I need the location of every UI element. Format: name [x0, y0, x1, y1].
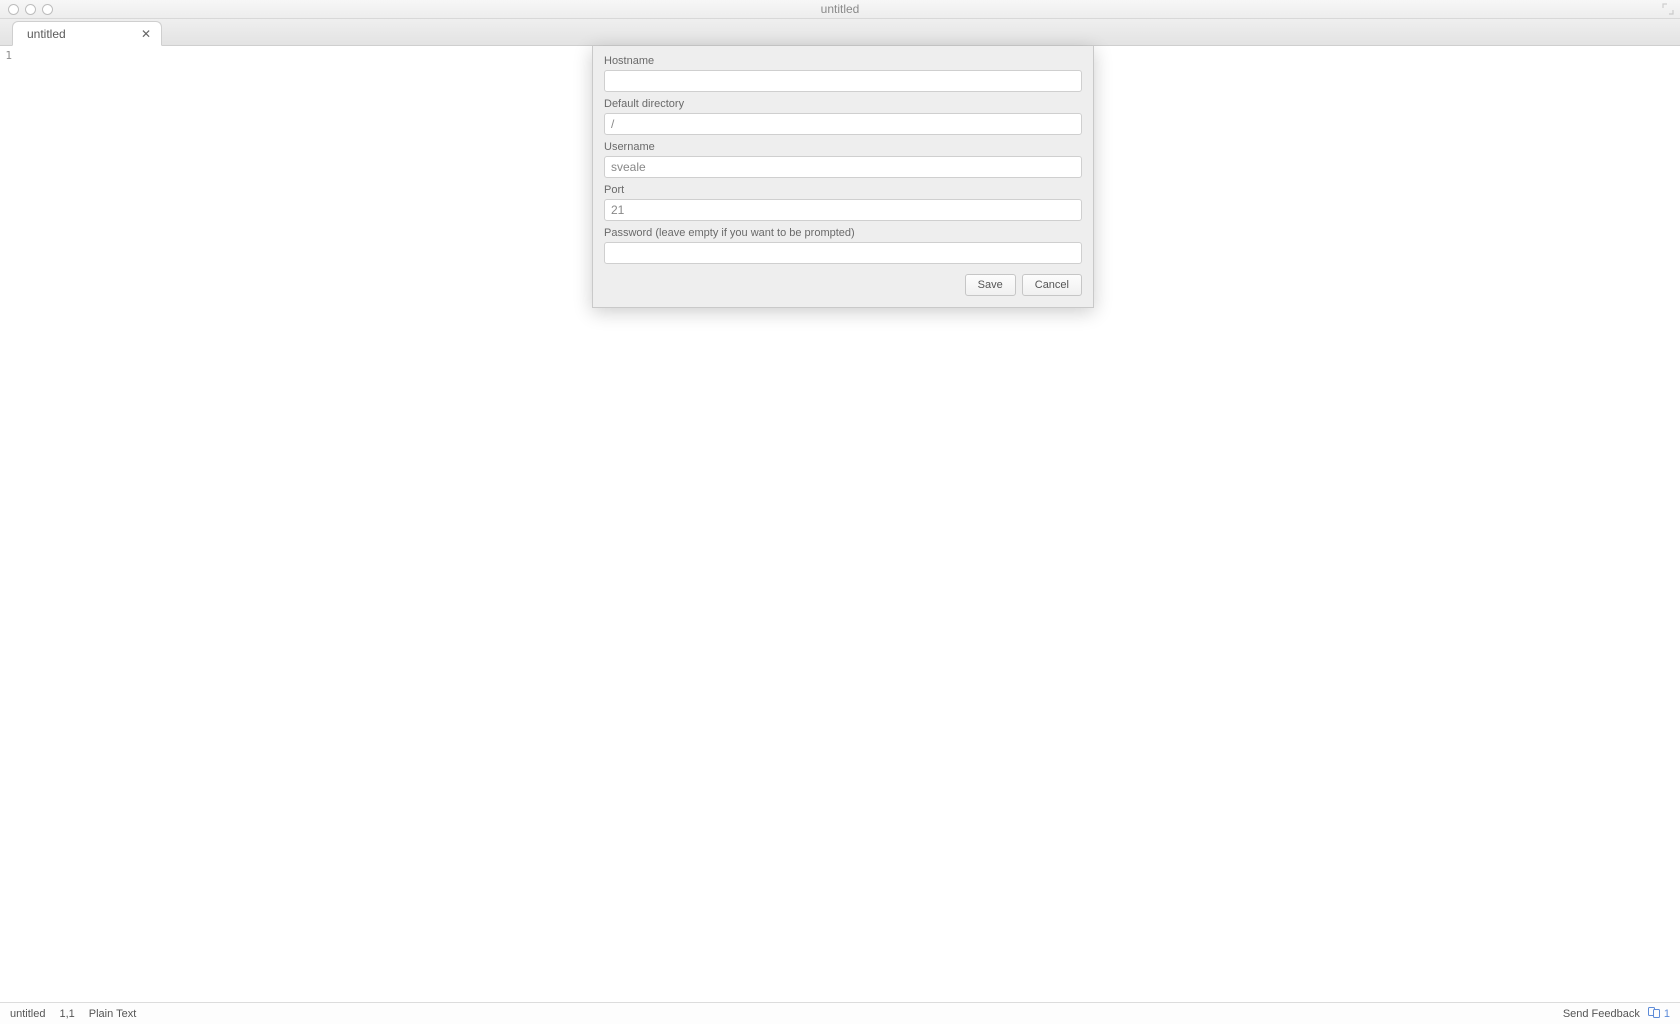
workspace: 1 Hostname Default directory Username Po… [0, 46, 1680, 1002]
hostname-label: Hostname [604, 55, 1082, 67]
save-button[interactable]: Save [965, 274, 1016, 296]
titlebar: untitled [0, 0, 1680, 19]
hostname-input[interactable] [604, 70, 1082, 92]
tab-untitled[interactable]: untitled ✕ [12, 21, 162, 46]
notification-icon [1648, 1007, 1661, 1021]
directory-input[interactable] [604, 113, 1082, 135]
connection-dialog: Hostname Default directory Username Port… [592, 46, 1094, 308]
port-label: Port [604, 184, 1082, 196]
status-syntax[interactable]: Plain Text [89, 1008, 137, 1020]
notification-indicator[interactable]: 1 [1648, 1007, 1670, 1021]
notification-count: 1 [1664, 1008, 1670, 1020]
username-input[interactable] [604, 156, 1082, 178]
zoom-window-icon[interactable] [42, 4, 53, 15]
username-label: Username [604, 141, 1082, 153]
password-input[interactable] [604, 242, 1082, 264]
tabbar: untitled ✕ [0, 19, 1680, 46]
fullscreen-icon[interactable] [1662, 3, 1674, 15]
password-label: Password (leave empty if you want to be … [604, 227, 1082, 239]
statusbar: untitled 1,1 Plain Text Send Feedback 1 [0, 1002, 1680, 1024]
directory-label: Default directory [604, 98, 1082, 110]
close-icon[interactable]: ✕ [139, 27, 153, 41]
send-feedback-link[interactable]: Send Feedback [1563, 1008, 1640, 1020]
port-input[interactable] [604, 199, 1082, 221]
close-window-icon[interactable] [8, 4, 19, 15]
line-number: 1 [0, 49, 12, 62]
traffic-lights [0, 4, 53, 15]
status-filename[interactable]: untitled [10, 1008, 45, 1020]
line-gutter: 1 [0, 46, 14, 1002]
minimize-window-icon[interactable] [25, 4, 36, 15]
tab-label: untitled [27, 27, 66, 41]
window-title: untitled [0, 2, 1680, 16]
cancel-button[interactable]: Cancel [1022, 274, 1082, 296]
status-position[interactable]: 1,1 [59, 1008, 74, 1020]
